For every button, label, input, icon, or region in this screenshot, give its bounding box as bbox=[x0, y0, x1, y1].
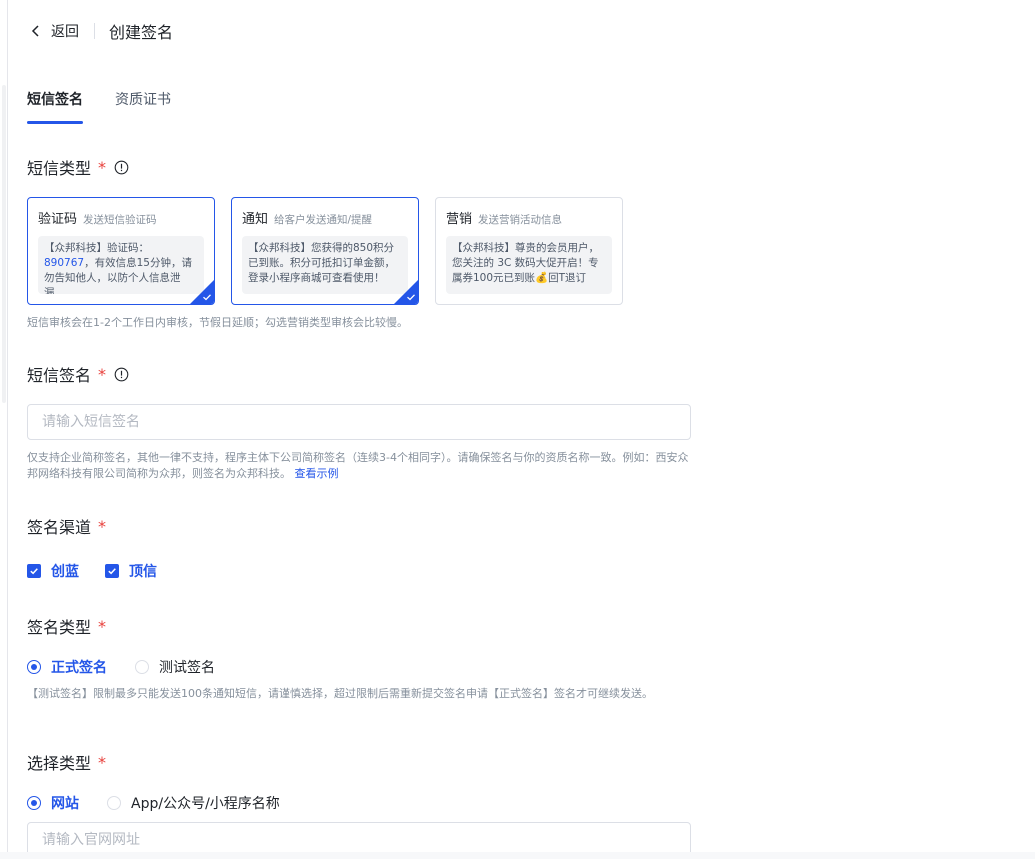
check-icon bbox=[203, 294, 211, 301]
radio-label: 网站 bbox=[51, 796, 79, 812]
required-mark: * bbox=[98, 516, 107, 536]
card-head: 通知 给客户发送通知/提醒 bbox=[242, 208, 408, 227]
checkbox-checked-icon[interactable] bbox=[27, 564, 41, 578]
sms-type-label: 短信类型 bbox=[27, 159, 92, 178]
back-label: 返回 bbox=[51, 24, 79, 40]
signature-label-row: 短信签名 * bbox=[27, 362, 129, 386]
back-button[interactable]: 返回 bbox=[27, 21, 79, 41]
sign-type-label: 签名类型 bbox=[27, 618, 92, 637]
card-subtitle: 给客户发送通知/提醒 bbox=[274, 214, 373, 226]
verification-code: 890767 bbox=[44, 257, 85, 269]
channel-option-label: 顶信 bbox=[129, 564, 157, 580]
radio-test-signature[interactable]: 测试签名 bbox=[135, 657, 215, 677]
card-title: 验证码 bbox=[38, 212, 78, 227]
required-mark: * bbox=[98, 364, 107, 384]
signature-input[interactable] bbox=[27, 404, 691, 440]
sms-type-label-row: 短信类型 * bbox=[27, 155, 129, 179]
radio-label: App/公众号/小程序名称 bbox=[131, 796, 280, 812]
tab-qualification[interactable]: 资质证书 bbox=[115, 86, 171, 124]
channel-checkbox-dingxin[interactable]: 顶信 bbox=[105, 561, 157, 581]
signature-hint: 仅支持企业简称签名，其他一律不支持，程序主体下公司简称签名（连续3-4个相同字）… bbox=[27, 450, 695, 482]
select-type-label: 选择类型 bbox=[27, 754, 92, 773]
channel-options: 创蓝 顶信 bbox=[27, 561, 183, 581]
page-header: 返回 创建签名 bbox=[27, 18, 173, 44]
chevron-left-icon bbox=[27, 22, 45, 40]
tab-bar: 短信签名 资质证书 bbox=[27, 86, 203, 124]
info-icon[interactable] bbox=[114, 160, 129, 175]
channel-checkbox-chuanglan[interactable]: 创蓝 bbox=[27, 561, 79, 581]
card-title: 营销 bbox=[446, 212, 473, 227]
select-type-options: 网站 App/公众号/小程序名称 bbox=[27, 793, 306, 813]
header-divider bbox=[94, 23, 95, 39]
left-divider bbox=[7, 0, 8, 859]
required-mark: * bbox=[98, 157, 107, 177]
check-icon bbox=[407, 294, 415, 301]
card-title: 通知 bbox=[242, 212, 269, 227]
sms-type-hint: 短信审核会在1-2个工作日内审核，节假日延顺；勾选营销类型审核会比较慢。 bbox=[27, 316, 408, 329]
radio-unselected-icon[interactable] bbox=[107, 796, 121, 810]
radio-app-name[interactable]: App/公众号/小程序名称 bbox=[107, 793, 280, 813]
type-card-verification[interactable]: 验证码 发送短信验证码 【众邦科技】验证码：890767，有效信息15分钟，请勿… bbox=[27, 197, 215, 305]
card-preview: 【众邦科技】尊贵的会员用户，您关注的 3C 数码大促开启！专属券100元已到账💰… bbox=[446, 236, 612, 294]
sign-type-hint: 【测试签名】限制最多只能发送100条通知短信，请谨慎选择，超过限制后需重新提交签… bbox=[27, 687, 653, 700]
radio-dot bbox=[31, 800, 37, 806]
type-card-marketing[interactable]: 营销 发送营销活动信息 【众邦科技】尊贵的会员用户，您关注的 3C 数码大促开启… bbox=[435, 197, 623, 305]
card-head: 验证码 发送短信验证码 bbox=[38, 208, 204, 227]
radio-label: 正式签名 bbox=[51, 660, 107, 676]
radio-selected-icon[interactable] bbox=[27, 796, 41, 810]
radio-label: 测试签名 bbox=[159, 660, 215, 676]
select-type-label-row: 选择类型 * bbox=[27, 750, 106, 774]
side-scrollbar[interactable] bbox=[2, 85, 6, 403]
sms-type-cards: 验证码 发送短信验证码 【众邦科技】验证码：890767，有效信息15分钟，请勿… bbox=[27, 197, 639, 305]
tab-sms-signature[interactable]: 短信签名 bbox=[27, 86, 83, 124]
radio-dot bbox=[31, 664, 37, 670]
info-icon[interactable] bbox=[114, 367, 129, 382]
signature-hint-text: 仅支持企业简称签名，其他一律不支持，程序主体下公司简称签名（连续3-4个相同字）… bbox=[27, 451, 689, 480]
page-title: 创建签名 bbox=[109, 23, 174, 42]
radio-selected-icon[interactable] bbox=[27, 660, 41, 674]
type-card-notice[interactable]: 通知 给客户发送通知/提醒 【众邦科技】您获得的850积分已到账。积分可抵扣订单… bbox=[231, 197, 419, 305]
radio-unselected-icon[interactable] bbox=[135, 660, 149, 674]
card-subtitle: 发送短信验证码 bbox=[83, 214, 157, 226]
radio-website[interactable]: 网站 bbox=[27, 793, 79, 813]
channel-option-label: 创蓝 bbox=[51, 564, 79, 580]
radio-formal-signature[interactable]: 正式签名 bbox=[27, 657, 107, 677]
card-preview: 【众邦科技】验证码：890767，有效信息15分钟，请勿告知他人，以防个人信息泄… bbox=[38, 236, 204, 294]
required-mark: * bbox=[98, 616, 107, 636]
sign-type-label-row: 签名类型 * bbox=[27, 614, 106, 638]
required-mark: * bbox=[98, 752, 107, 772]
sign-type-options: 正式签名 测试签名 bbox=[27, 657, 241, 677]
channel-label: 签名渠道 bbox=[27, 518, 92, 537]
card-preview-prefix: 【众邦科技】验证码： bbox=[44, 242, 149, 254]
signature-label: 短信签名 bbox=[27, 366, 92, 385]
checkbox-checked-icon[interactable] bbox=[105, 564, 119, 578]
card-head: 营销 发送营销活动信息 bbox=[446, 208, 612, 227]
card-subtitle: 发送营销活动信息 bbox=[478, 214, 563, 226]
channel-label-row: 签名渠道 * bbox=[27, 514, 106, 538]
view-example-link[interactable]: 查看示例 bbox=[295, 467, 339, 480]
bottom-edge bbox=[0, 852, 1035, 859]
card-preview: 【众邦科技】您获得的850积分已到账。积分可抵扣订单金额，登录小程序商城可查看使… bbox=[242, 236, 408, 294]
